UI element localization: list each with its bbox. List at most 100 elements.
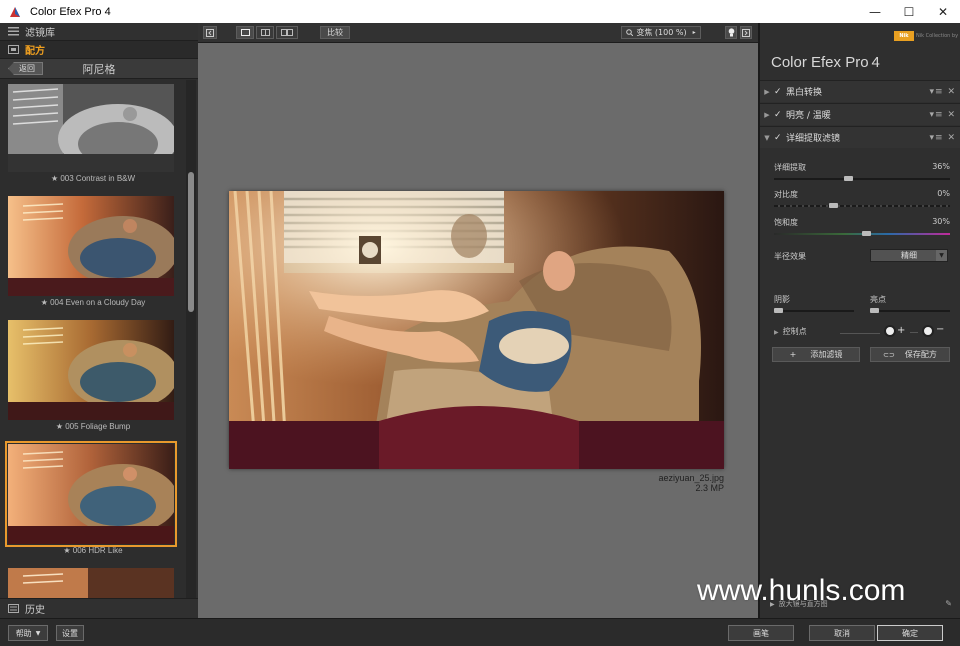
cancel-button[interactable]: 取消 [809, 625, 875, 641]
slider-knob[interactable] [870, 308, 879, 313]
shadows-slider[interactable] [774, 308, 854, 313]
close-button[interactable]: ✕ [926, 0, 960, 23]
divider [840, 333, 880, 334]
recipe-label: ★ 004 Even on a Cloudy Day [40, 298, 146, 307]
lightbulb-icon[interactable] [725, 26, 737, 39]
split-view-icon[interactable] [256, 26, 274, 39]
saturation-slider[interactable] [774, 231, 950, 236]
checkmark-icon[interactable]: ✓ [774, 87, 786, 97]
brush-button[interactable]: 画笔 [728, 625, 794, 641]
contrast-value: 0% [937, 189, 950, 198]
recipe-label: ★ 003 Contrast in B&W [50, 174, 136, 183]
filter-name: 黑白转换 [786, 88, 823, 98]
history-header[interactable]: 历史 [0, 598, 198, 618]
window-title: Color Efex Pro 4 [30, 5, 111, 18]
filter-actions-icon[interactable]: ▾≡ ✕ [930, 133, 956, 143]
filter-row-bw[interactable]: ▶ ✓ 黑白转换 ▾≡ ✕ [760, 80, 960, 102]
filter-name: 明亮 / 温暖 [786, 111, 831, 121]
image-size: 2.3 MP [695, 483, 724, 493]
detail-extraction-label: 详细提取 [774, 163, 806, 172]
compare-button[interactable]: 比较 [320, 26, 350, 39]
chevron-right-icon: ▸ [692, 29, 696, 36]
filter-library-label: 滤镜库 [25, 28, 55, 39]
recipe-thumbnail[interactable] [8, 320, 174, 420]
controlpoints-row[interactable]: ▶ 控制点 [774, 326, 807, 337]
divider [910, 332, 918, 333]
hide-panel-icon[interactable] [203, 26, 217, 39]
scrollbar-thumb[interactable] [188, 172, 194, 312]
filter-row-detail[interactable]: ▼ ✓ 详细提取滤镜 ▾≡ ✕ [760, 126, 960, 148]
brand-label: Nik Collection by DxO [916, 33, 960, 39]
chevron-down-icon: ▼ [35, 629, 41, 637]
slider-knob[interactable] [862, 231, 871, 236]
zoom-label: 变焦 (100 %) [636, 28, 687, 37]
left-panel: 滤镜库 配方 返回 阿尼格 ★ 003 Contrast in B&W ★ 00… [0, 23, 198, 618]
slider-knob[interactable] [774, 308, 783, 313]
highlights-slider[interactable] [870, 308, 950, 313]
filter-library-header[interactable]: 滤镜库 [0, 23, 198, 41]
filter-row-brilliance[interactable]: ▶ ✓ 明亮 / 温暖 ▾≡ ✕ [760, 103, 960, 125]
recipe-thumbnail[interactable] [8, 568, 174, 598]
checkmark-icon[interactable]: ✓ [774, 133, 786, 143]
expand-triangle-icon[interactable]: ▶ [774, 329, 779, 336]
expand-triangle-icon[interactable]: ▶ [760, 111, 774, 119]
ok-button[interactable]: 确定 [877, 625, 943, 641]
recipe-icon: ⊂⊃ [883, 350, 895, 359]
expand-triangle-icon[interactable]: ▶ [760, 88, 774, 96]
saturation-value: 30% [932, 217, 950, 226]
remove-controlpoint-icon[interactable] [922, 325, 934, 337]
dropdown-arrow-icon: ▼ [936, 250, 947, 261]
slider-knob[interactable] [844, 176, 853, 181]
single-view-icon[interactable] [236, 26, 254, 39]
app-title: Color Efex Pro 4 [771, 54, 880, 71]
radius-select[interactable]: 精细 ▼ [870, 249, 948, 262]
contrast-label: 对比度 [774, 190, 798, 199]
title-bar: Color Efex Pro 4 — ☐ ✕ [0, 0, 960, 23]
side-by-side-icon[interactable] [276, 26, 298, 39]
recipe-thumbnail[interactable] [8, 196, 174, 296]
back-button[interactable]: 返回 [8, 62, 43, 75]
magnifier-icon [626, 29, 634, 36]
nik-logo-icon: Nik [894, 31, 914, 41]
add-filter-button[interactable]: + 添加滤镜 [772, 347, 860, 362]
pin-icon[interactable]: ✎ [945, 599, 952, 608]
save-recipe-button[interactable]: ⊂⊃ 保存配方 [870, 347, 950, 362]
recipe-thumbnail-selected[interactable] [5, 441, 177, 547]
radius-label: 半径效果 [774, 252, 806, 261]
detail-extraction-slider[interactable] [774, 176, 950, 181]
detail-extraction-value: 36% [932, 162, 950, 171]
maximize-button[interactable]: ☐ [892, 0, 926, 23]
slider-knob[interactable] [829, 203, 838, 208]
settings-button[interactable]: 设置 [56, 625, 84, 641]
main-preview-image[interactable] [229, 191, 724, 469]
saturation-label: 饱和度 [774, 218, 798, 227]
help-button[interactable]: 帮助 ▼ [8, 625, 48, 641]
thumbnail-scrollbar[interactable] [186, 80, 196, 598]
recipe-thumbnail[interactable] [8, 84, 174, 172]
highlights-label: 亮点 [870, 295, 886, 304]
contrast-slider[interactable] [774, 203, 950, 208]
shadows-label: 阴影 [774, 295, 790, 304]
minimize-button[interactable]: — [858, 0, 892, 23]
history-icon [8, 604, 19, 613]
minus-icon[interactable]: − [936, 324, 944, 335]
brand-logo: Nik Nik Collection by DxO [894, 31, 960, 41]
add-controlpoint-icon[interactable] [884, 325, 896, 337]
zoom-select[interactable]: 变焦 (100 %) ▸ [621, 26, 701, 39]
app-logo-icon [8, 5, 22, 19]
history-label: 历史 [25, 605, 45, 616]
recipe-label: ★ 006 HDR Like [63, 546, 123, 555]
filter-actions-icon[interactable]: ▾≡ ✕ [930, 87, 956, 97]
recipe-icon [8, 45, 19, 54]
watermark: www.hunls.com [697, 574, 906, 607]
show-panel-icon[interactable] [740, 26, 752, 39]
category-bar: 返回 阿尼格 [0, 59, 198, 79]
recipes-header[interactable]: 配方 [0, 41, 198, 59]
checkmark-icon[interactable]: ✓ [774, 110, 786, 120]
plus-icon[interactable]: + [897, 325, 905, 336]
plus-icon: + [789, 350, 797, 359]
filter-actions-icon[interactable]: ▾≡ ✕ [930, 110, 956, 120]
collapse-triangle-icon[interactable]: ▼ [760, 134, 774, 142]
list-icon [8, 27, 19, 36]
filter-control-panel: Nik Nik Collection by DxO Color Efex Pro… [758, 23, 960, 618]
